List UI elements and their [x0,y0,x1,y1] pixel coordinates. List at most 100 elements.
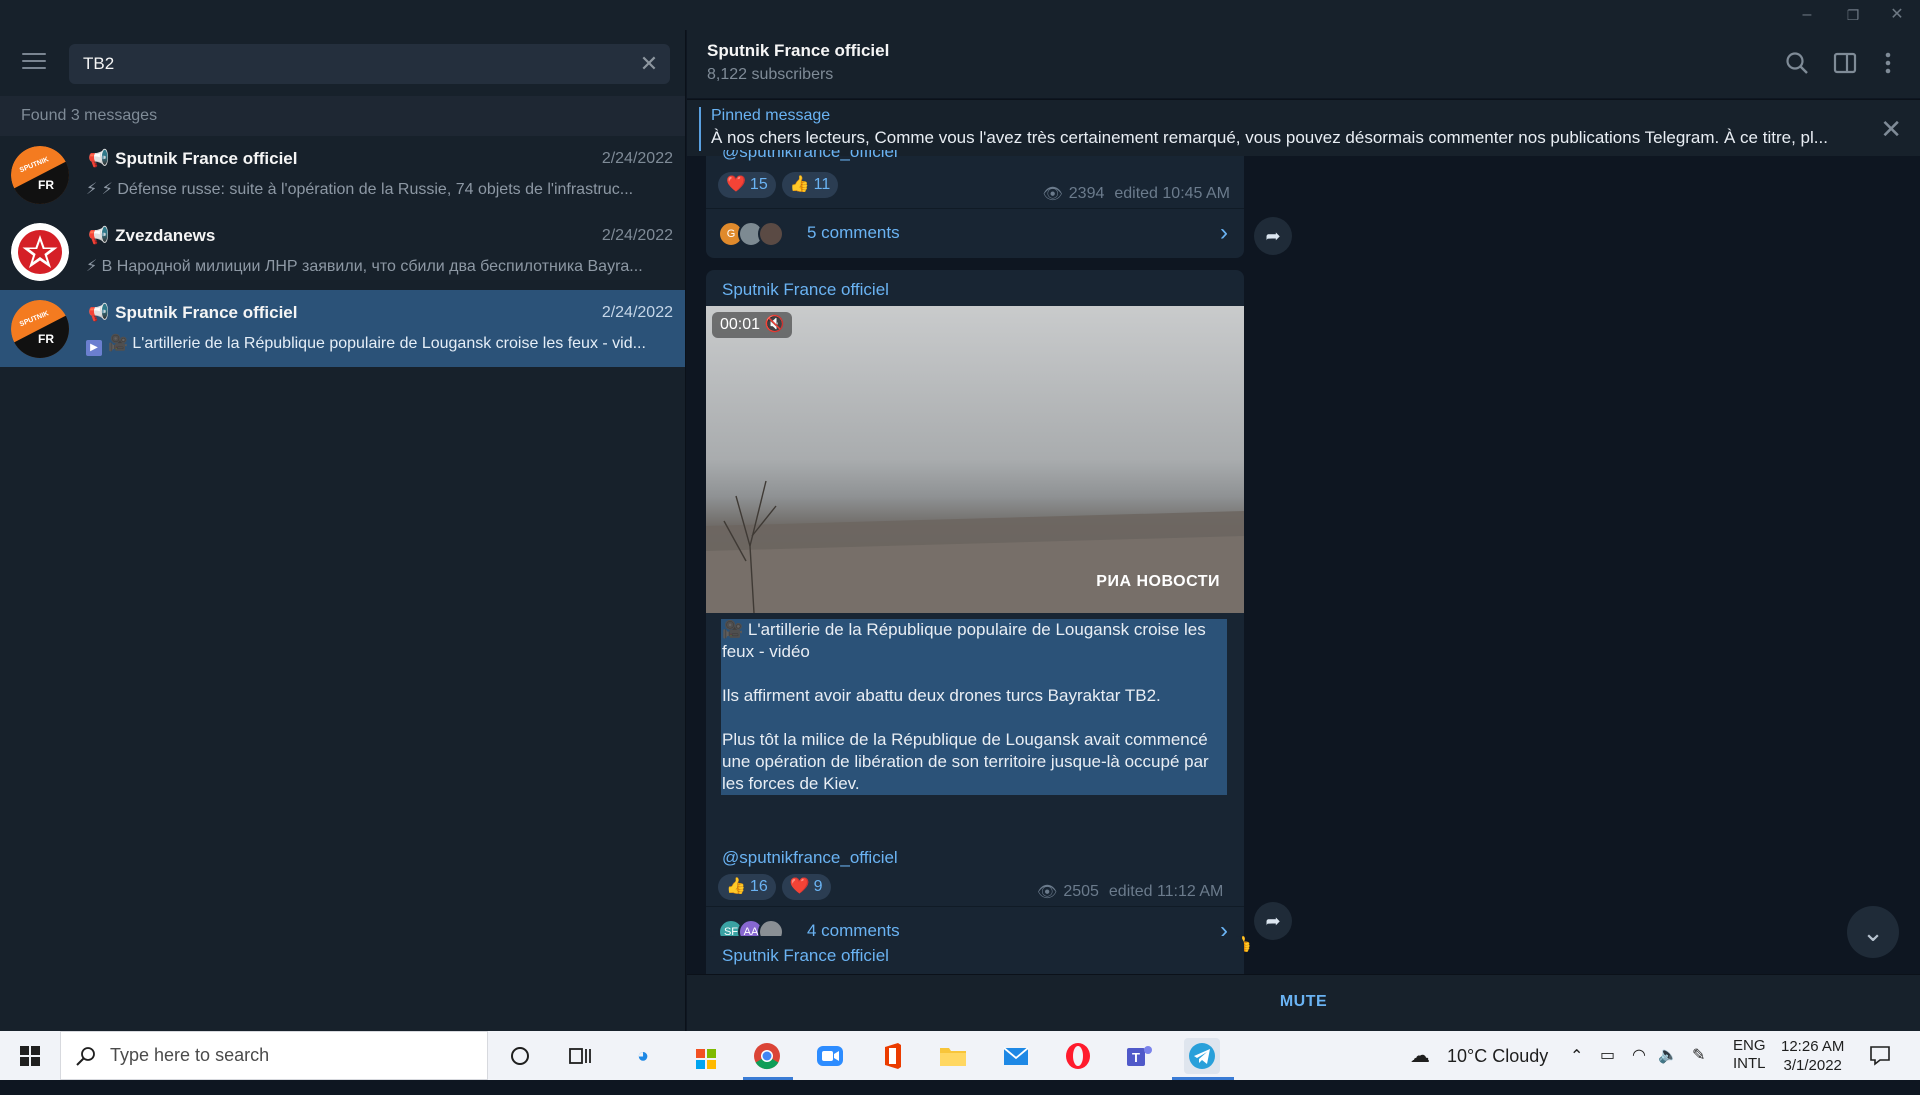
pinned-message[interactable]: Pinned message À nos chers lecteurs, Com… [687,99,1920,156]
result-preview: ▶ 🎥 L'artillerie de la République populai… [86,333,676,356]
subscriber-count: 8,122 subscribers [707,66,834,83]
mute-button[interactable]: MUTE [687,993,1920,1011]
channel-icon: 📢 [88,149,110,168]
reaction-heart[interactable]: ❤️ 9 [781,874,831,900]
taskbar-search-placeholder: Type here to search [110,1045,270,1065]
message-sender: Sputnik France officiel [722,280,889,299]
language-indicator[interactable]: ENG INTL [1733,1037,1766,1086]
taskbar-search[interactable]: Type here to search [60,1031,488,1080]
teams-icon[interactable]: T [1121,1038,1157,1074]
file-explorer-icon[interactable] [935,1038,971,1074]
video-preview[interactable]: 00:01 🔇 РИА НОВОСТИ [706,306,1244,613]
reaction-thumbs-up[interactable]: 👍 11 [781,172,839,198]
watermark: РИА НОВОСТИ [1096,573,1220,590]
result-name: 📢 Zvezdanews [88,226,216,245]
close-window-button[interactable]: ✕ [1874,0,1920,30]
close-pinned-icon[interactable]: ✕ [1880,114,1902,145]
muted-speaker-icon[interactable]: 🔇 [765,316,785,333]
eye-icon: 👁 [1042,186,1063,203]
cloud-icon: ☁ [1410,1045,1430,1067]
channel-icon: 📢 [88,226,110,245]
windows-start-button[interactable] [0,1031,60,1080]
result-date: 2/24/2022 [601,304,673,321]
mail-icon[interactable] [998,1038,1034,1074]
wifi-icon[interactable]: ◠ [1632,1045,1646,1094]
left-header: ✕ [0,30,685,96]
search-result[interactable]: 📢 Zvezdanews 2/24/2022 ⚡ В Народной милиц… [0,213,685,290]
restore-button[interactable]: ❐ [1830,0,1876,30]
battery-icon[interactable]: ▭ [1600,1045,1615,1094]
search-icon [76,1047,95,1066]
channel-link[interactable]: @sputnikfrance_officiel [722,848,898,868]
sidebar-toggle-icon[interactable] [1832,50,1860,78]
message-sender: Sputnik France officiel [722,946,889,965]
pinned-accent-bar [699,107,701,151]
message-bubble: Sputnik France officiel [706,936,1244,976]
zvezda-avatar [11,223,69,281]
chat-area: Sputnik France officiel 8,122 subscriber… [687,30,1920,1031]
share-button[interactable]: ➦ [1254,902,1292,940]
scroll-down-button[interactable]: ⌄ [1847,906,1899,958]
channel-icon: 📢 [88,303,110,322]
volume-icon[interactable]: 🔈 [1658,1045,1678,1094]
result-preview: ⚡ В Народной милиции ЛНР заявили, что сб… [86,258,643,275]
title-bar: – ❐ ✕ [0,0,1920,30]
reaction-thumbs-up[interactable]: 👍 16 [718,874,776,900]
reactions: 👍 16 ❤️ 9 [718,874,831,900]
pen-icon[interactable]: ✎ [1692,1045,1705,1094]
left-panel: ✕ Found 3 messages SPUTNIK FR 📢Sputnik F… [0,30,686,1031]
result-date: 2/24/2022 [601,150,673,167]
minimize-button[interactable]: – [1784,0,1830,30]
result-name: 📢 Sputnik France officiel [88,303,298,322]
commenter-avatar [758,221,784,247]
message-bubble: @sputnikfrance_officiel ❤️ 15 👍 11 👁 2394 … [706,150,1244,258]
message-bubble: Sputnik France officiel [706,270,1244,920]
reaction-heart[interactable]: ❤️ 15 [718,172,776,198]
sputnik-avatar: SPUTNIK FR [11,146,69,204]
comments-link: 5 comments [807,223,900,242]
chat-header[interactable]: Sputnik France officiel 8,122 subscriber… [687,30,1920,98]
task-view-icon[interactable] [562,1038,598,1074]
svg-text:T: T [1132,1050,1140,1065]
video-play-icon: ▶ [86,340,102,356]
show-hidden-icons-chevron-up-icon[interactable]: ⌃ [1570,1046,1583,1095]
telegram-icon[interactable] [1184,1038,1220,1074]
channel-link[interactable]: @sputnikfrance_officiel [722,150,898,162]
edge-icon[interactable]: ◕ [625,1038,661,1074]
pinned-title: Pinned message [711,107,831,124]
result-date: 2/24/2022 [601,227,673,244]
search-icon[interactable] [1784,50,1812,78]
opera-icon[interactable] [1060,1038,1096,1074]
search-box[interactable]: ✕ [69,44,670,84]
search-input[interactable] [69,44,609,84]
notification-center-icon[interactable] [1868,1043,1892,1092]
views-info: 👁 2505 edited 11:12 AM [1037,883,1224,901]
cortana-icon[interactable] [502,1038,538,1074]
svg-text:FR: FR [38,332,54,346]
bottom-bar: MUTE [687,974,1920,1031]
more-options-icon[interactable] [1883,50,1897,78]
taskbar: Type here to search ◕ T ☁ 10°C Cloudy ⌃ … [0,1031,1920,1080]
comments-row[interactable]: G 5 comments › [706,208,1244,258]
share-button[interactable]: ➦ [1254,217,1292,255]
chevron-right-icon: › [1220,219,1228,246]
svg-text:FR: FR [38,178,54,192]
zoom-icon[interactable] [812,1038,848,1074]
video-time-badge: 00:01 🔇 [712,312,793,338]
result-name: 📢 Sputnik France officiel [88,149,298,168]
search-result[interactable]: SPUTNIK FR 📢 Sputnik France officiel 2/24… [0,136,685,213]
chrome-icon[interactable] [749,1038,785,1074]
store-icon[interactable] [688,1038,724,1074]
clear-search-icon[interactable]: ✕ [638,53,660,75]
search-result-selected[interactable]: SPUTNIK FR 📢 Sputnik France officiel 2/24… [0,290,685,367]
chat-title: Sputnik France officiel [707,41,890,60]
clock[interactable]: 12:26 AM 3/1/2022 [1781,1037,1844,1086]
message-text-selected[interactable]: 🎥 L'artillerie de la République populair… [721,619,1227,795]
pinned-text: À nos chers lecteurs, Comme vous l'avez … [711,128,1828,147]
eye-icon: 👁 [1037,884,1058,901]
result-preview: ⚡ ⚡ Défense russe: suite à l'opération d… [86,181,634,198]
office-icon[interactable] [874,1038,910,1074]
reactions: ❤️ 15 👍 11 [718,172,839,198]
menu-icon[interactable] [22,53,46,71]
views-info: 👁 2394 edited 10:45 AM [1042,185,1230,203]
